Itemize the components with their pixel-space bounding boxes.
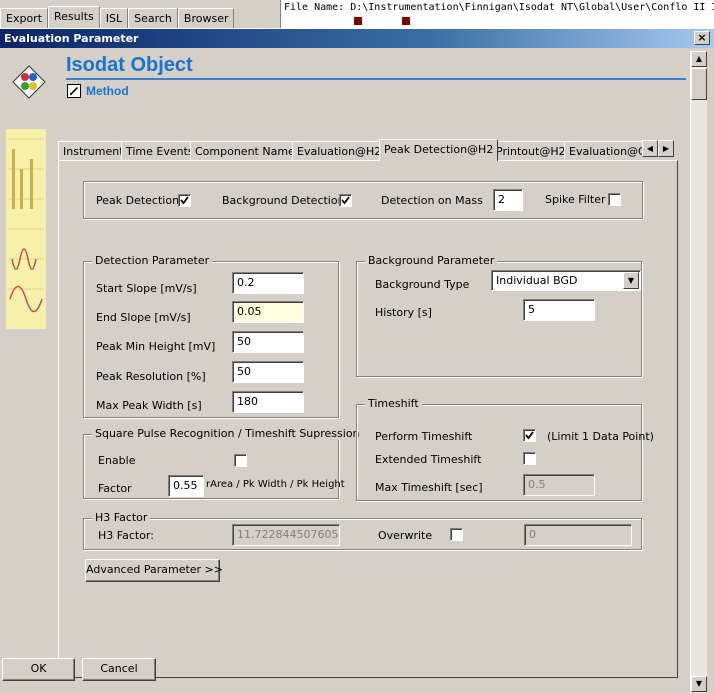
- checkmark-icon: [525, 431, 534, 440]
- end-slope-input[interactable]: 0.05: [232, 301, 304, 323]
- tab-strip: Instrument Time Events Component Names E…: [58, 139, 658, 161]
- background-type-select[interactable]: Individual BGD ▼: [491, 270, 641, 291]
- chromatogram-picture-icon: [6, 129, 46, 329]
- header-divider: [66, 78, 686, 80]
- h3-factor-label: H3 Factor:: [98, 529, 154, 542]
- tab-time-events[interactable]: Time Events: [121, 141, 199, 161]
- background-type-label: Background Type: [375, 278, 470, 291]
- h3-factor-title: H3 Factor: [92, 511, 151, 524]
- legend-swatch-icon: [402, 17, 410, 25]
- tab-scroll-left-icon[interactable]: ◀: [642, 140, 658, 157]
- tab-instrument[interactable]: Instrument: [58, 141, 129, 161]
- h3-factor-group: H3 Factor H3 Factor: 11.7228445076057 Ov…: [83, 511, 642, 550]
- history-input[interactable]: 5: [523, 299, 595, 321]
- max-peak-width-label: Max Peak Width [s]: [96, 399, 202, 412]
- overwrite-input[interactable]: 0: [524, 524, 632, 546]
- factor-unit-label: rArea / Pk Width / Pk Height: [206, 479, 345, 490]
- tab-evaluation-h2[interactable]: Evaluation@H2: [292, 141, 387, 161]
- max-timeshift-input[interactable]: 0.5: [523, 474, 595, 496]
- max-peak-width-input[interactable]: 180: [232, 391, 304, 413]
- dialog-titlebar[interactable]: Evaluation Parameter: [0, 29, 714, 48]
- scroll-up-icon[interactable]: ▲: [691, 51, 707, 67]
- background-parameter-title: Background Parameter: [365, 254, 498, 267]
- method-edit-icon: [67, 84, 81, 98]
- cancel-button[interactable]: Cancel: [82, 658, 156, 681]
- tab-scroll-right-icon[interactable]: ▶: [658, 140, 674, 157]
- method-label: Method: [86, 84, 129, 98]
- square-pulse-group: Square Pulse Recognition / Timeshift Sup…: [83, 427, 363, 499]
- advanced-parameter-button[interactable]: Advanced Parameter >>: [85, 559, 223, 582]
- peak-resolution-label: Peak Resolution [%]: [96, 370, 206, 383]
- chevron-down-icon[interactable]: ▼: [623, 272, 639, 289]
- background-app-tabs: Export Results ISL Search Browser: [0, 6, 235, 28]
- limit-note-label: (Limit 1 Data Point): [547, 430, 654, 443]
- history-label: History [s]: [375, 306, 432, 319]
- scrollbar-thumb[interactable]: [691, 68, 707, 100]
- spike-filter-checkbox[interactable]: [608, 193, 621, 206]
- bg-tab-browser[interactable]: Browser: [177, 8, 235, 28]
- peak-min-height-label: Peak Min Height [mV]: [96, 340, 216, 353]
- timeshift-title: Timeshift: [365, 397, 422, 410]
- detection-on-mass-input[interactable]: 2: [493, 189, 523, 211]
- background-type-value: Individual BGD: [496, 274, 578, 287]
- detection-parameter-title: Detection Parameter: [92, 254, 213, 267]
- end-slope-label: End Slope [mV/s]: [96, 311, 191, 324]
- spike-filter-label: Spike Filter: [545, 193, 606, 206]
- square-pulse-title: Square Pulse Recognition / Timeshift Sup…: [92, 427, 363, 440]
- detection-parameter-group: Detection Parameter Start Slope [mV/s] 0…: [83, 254, 339, 418]
- extended-timeshift-checkbox[interactable]: [523, 452, 536, 465]
- enable-label: Enable: [98, 454, 136, 467]
- bg-tab-results[interactable]: Results: [48, 6, 100, 28]
- checkmark-icon: [180, 196, 189, 205]
- background-parameter-group: Background Parameter Background Type Ind…: [356, 254, 642, 377]
- file-name-text: File Name: D:\Instrumentation\Finnigan\I…: [284, 2, 714, 13]
- h3-factor-input[interactable]: 11.7228445076057: [232, 524, 340, 546]
- tab-printout-h2[interactable]: Printout@H2: [491, 141, 571, 161]
- timeshift-group: Timeshift Perform Timeshift (Limit 1 Dat…: [356, 397, 654, 501]
- overwrite-checkbox[interactable]: [450, 528, 463, 541]
- overwrite-label: Overwrite: [378, 529, 433, 542]
- bg-tab-export[interactable]: Export: [0, 8, 49, 28]
- file-name-bar: File Name: D:\Instrumentation\Finnigan\I…: [280, 0, 714, 28]
- bg-tab-isl[interactable]: ISL: [99, 8, 129, 28]
- scroll-down-icon[interactable]: ▼: [691, 676, 707, 692]
- close-button[interactable]: ×: [694, 31, 710, 45]
- bg-tab-search[interactable]: Search: [128, 8, 178, 28]
- peak-detection-label: Peak Detection: [96, 194, 180, 207]
- peak-detection-panel: Peak Detection Background Detection Dete…: [58, 160, 678, 678]
- peak-detection-checkbox[interactable]: [178, 194, 191, 207]
- start-slope-input[interactable]: 0.2: [232, 272, 304, 294]
- dialog-title: Evaluation Parameter: [4, 32, 139, 45]
- peak-min-height-input[interactable]: 50: [232, 331, 304, 353]
- max-timeshift-label: Max Timeshift [sec]: [375, 481, 483, 494]
- perform-timeshift-checkbox[interactable]: [523, 429, 536, 442]
- peak-resolution-input[interactable]: 50: [232, 361, 304, 383]
- extended-timeshift-label: Extended Timeshift: [375, 453, 482, 466]
- background-detection-label: Background Detection: [222, 194, 345, 207]
- perform-timeshift-label: Perform Timeshift: [375, 430, 473, 443]
- checkmark-icon: [341, 196, 350, 205]
- evaluation-parameter-dialog: Evaluation Parameter × Isodat Object Met…: [0, 28, 714, 693]
- header-title: Isodat Object: [66, 54, 193, 76]
- background-detection-checkbox[interactable]: [339, 194, 352, 207]
- detection-options-group: Peak Detection Background Detection Dete…: [83, 181, 643, 219]
- tab-scroll-buttons: ◀ ▶: [642, 140, 674, 157]
- isodat-object-icon: [12, 65, 46, 99]
- factor-label: Factor: [98, 482, 132, 495]
- tab-peak-detection-h2[interactable]: Peak Detection@H2: [379, 139, 499, 161]
- legend-swatch-icon: [354, 17, 362, 25]
- enable-checkbox[interactable]: [234, 454, 247, 467]
- start-slope-label: Start Slope [mV/s]: [96, 282, 197, 295]
- vertical-scrollbar[interactable]: ▲ ▼: [690, 51, 707, 693]
- factor-input[interactable]: 0.55: [168, 475, 204, 497]
- tab-component-names[interactable]: Component Names: [190, 141, 306, 161]
- ok-button[interactable]: OK: [2, 658, 75, 681]
- detection-on-mass-label: Detection on Mass: [381, 194, 483, 207]
